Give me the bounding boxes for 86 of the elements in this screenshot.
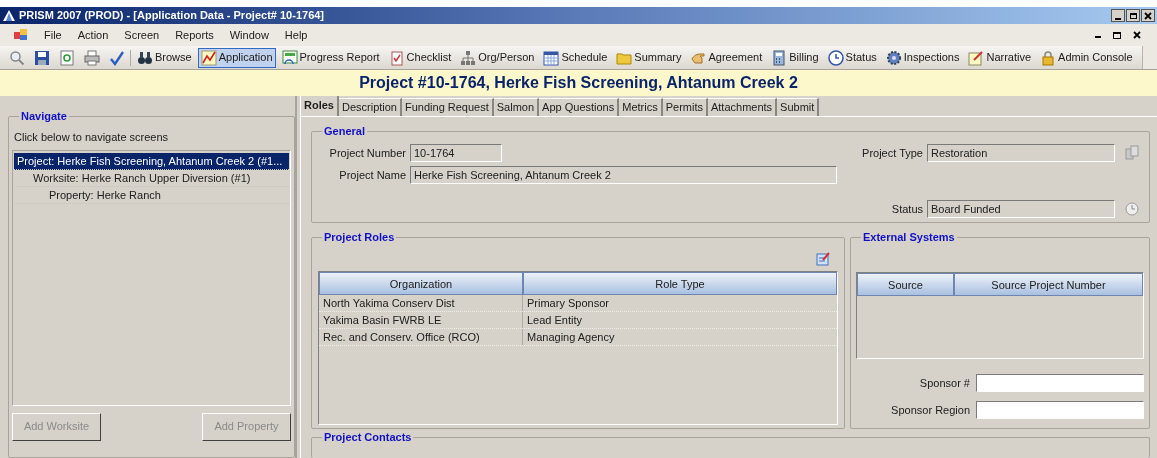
table-cell: Rec. and Conserv. Office (RCO) [319,329,523,345]
gear-icon [885,49,902,66]
table-cell-text: Primary Sponsor [526,296,610,311]
hint-text: Click below to navigate screens [13,130,170,145]
calendar-icon [543,49,560,66]
menu-item[interactable]: Window [223,26,275,44]
tab[interactable]: Salmon [493,98,540,116]
menu-item[interactable]: File [38,26,68,44]
column-header[interactable]: Source [857,273,954,296]
tab[interactable]: App Questions [539,98,620,116]
toolbar-button[interactable]: Agreement [687,47,766,68]
group-title: Project Roles [322,230,397,244]
group-title: Navigate [19,109,69,123]
save-icon [34,49,50,66]
report-icon [281,49,298,66]
clock-icon [827,49,844,66]
toolbar-button[interactable]: Status [824,47,880,68]
text-field[interactable]: Herke Fish Screening, Ahtanum Creek 2 [410,166,837,184]
column-header[interactable]: Organization [319,272,523,295]
menu-item[interactable]: Action [71,26,115,44]
clipboard-icon [388,49,405,66]
field-label: Project Name [338,167,406,183]
field-label: Sponsor Region [891,402,970,418]
field-label: Project Type [862,145,923,161]
text-field[interactable]: Restoration [927,144,1115,162]
project-header: Project #10-1764, Herke Fish Screening, Ahtanum Creek 2 [0,70,1157,96]
tree-item[interactable]: Worksite: Herke Ranch Upper Diversion (#1) [14,169,289,187]
field-label: Status [891,201,923,217]
document-icon [14,29,28,41]
toolbar-button[interactable]: Browse [134,47,195,68]
close-button[interactable] [1133,31,1141,39]
toolbar-button[interactable]: Summary [613,47,685,68]
table-cell-text: Managing Agency [526,330,616,345]
toolbar-button[interactable]: Billing [768,47,822,68]
table-cell: Yakima Basin FWRB LE [319,312,523,328]
calculator-icon [771,49,788,66]
table-cell-text: Lead Entity [526,313,584,328]
refresh-icon [59,49,75,66]
note-edit-icon [968,49,985,66]
tab[interactable]: Submit [777,98,820,116]
search-icon [9,49,25,66]
navigation-tree[interactable]: Project: Herke Fish Screening, Ahtanum Creek 2 (#1... Worksite: Herke Ranch Upper Diversion (#1) Property: Herke Ranch [12,149,291,406]
tab[interactable]: Permits [662,98,708,116]
group-title: General [322,124,367,138]
text-field[interactable]: 10-1764 [410,144,502,162]
tab[interactable]: Funding Request [402,98,494,116]
menu-item[interactable]: Screen [118,26,166,44]
restore-button[interactable] [1126,9,1140,22]
tab[interactable]: Attachments [707,98,778,116]
group-title: Project Contacts [322,430,414,444]
toolbar-button[interactable]: Admin Console [1037,47,1136,68]
lock-icon [1040,49,1057,66]
tree-item[interactable]: Property: Herke Ranch [14,186,289,204]
close-button[interactable] [1141,9,1155,22]
field-label: Sponsor # [919,375,970,391]
app-icon [2,9,16,22]
text-field[interactable]: Board Funded [927,200,1115,218]
column-header[interactable]: Role Type [523,272,837,295]
tab[interactable]: Metrics [619,98,663,116]
menu-item[interactable]: Help [278,26,314,44]
toolbar-button[interactable]: Schedule [540,47,611,68]
chart-icon [200,49,217,66]
column-header[interactable]: Source Project Number [954,273,1143,296]
window-title: PRISM 2007 (PROD) - [Application Data - Project# 10-1764] [19,8,325,24]
print-icon [84,49,100,66]
restore-button[interactable] [1113,31,1121,39]
org-chart-icon [460,49,477,66]
text-field[interactable] [976,401,1144,419]
toolbar-button[interactable]: Narrative [965,47,1035,68]
text-field[interactable] [976,374,1144,392]
tree-item[interactable]: Project: Herke Fish Screening, Ahtanum Creek 2 (#1... [14,152,289,170]
toolbar-button[interactable]: Application [197,47,276,68]
toolbar-button[interactable]: Inspections [882,47,963,68]
minimize-button[interactable] [1111,9,1125,22]
binoculars-icon [137,49,153,66]
toolbar-button[interactable]: Checklist [385,47,455,68]
tab[interactable]: Roles [300,96,339,116]
table-cell: North Yakima Conserv Dist [319,295,523,311]
group-title: External Systems [861,230,957,244]
toolbar-button[interactable]: Org/Person [457,47,538,68]
spellcheck-icon [109,49,125,66]
edit-icon[interactable] [816,252,830,266]
field-label: Project Number [328,145,406,161]
toolbar-button[interactable]: Progress Report [278,47,383,68]
tab[interactable]: Description [338,98,402,116]
menu-item[interactable]: Reports [169,26,220,44]
